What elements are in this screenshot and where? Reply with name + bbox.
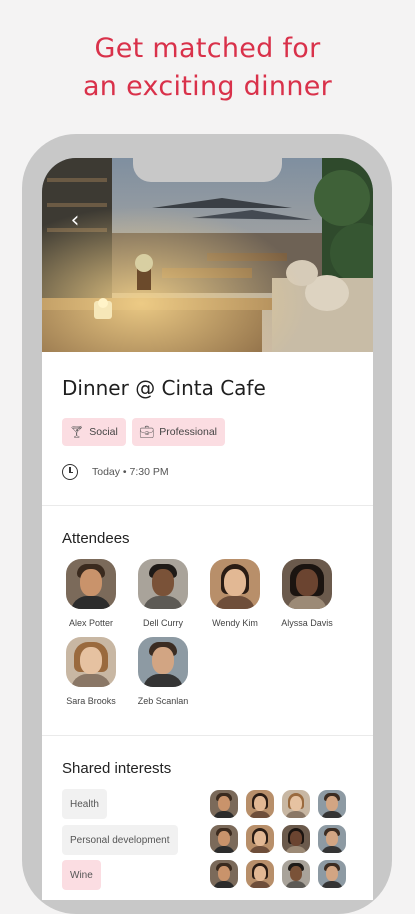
attendee-alyssa-davis[interactable]: Alyssa Davis: [271, 559, 343, 628]
mini-avatar: [282, 790, 310, 818]
interest-tag-personal-development[interactable]: Personal development: [62, 825, 178, 855]
mini-avatar: [246, 860, 274, 888]
attendee-sara-brooks[interactable]: Sara Brooks: [55, 637, 127, 706]
attendee-name: Dell Curry: [142, 618, 183, 628]
chip-professional-label: Professional: [159, 426, 218, 438]
chip-social-label: Social: [89, 426, 118, 438]
cocktail-icon: 🍸︎: [69, 425, 85, 439]
headline: Get matched for an exciting dinner: [0, 30, 415, 106]
mini-avatar: [246, 825, 274, 853]
avatar: [138, 637, 188, 687]
headline-line-2: an exciting dinner: [82, 71, 333, 102]
mini-avatar: [282, 860, 310, 888]
interest-tag-label: Wine: [70, 869, 93, 881]
attendee-name: Wendy Kim: [212, 618, 258, 628]
chip-professional[interactable]: 💼︎ Professional: [132, 418, 226, 446]
mini-avatar: [210, 790, 238, 818]
interest-tag-label: Personal development: [70, 834, 170, 846]
attendee-name: Alex Potter: [68, 618, 114, 628]
event-title: Dinner @ Cinta Cafe: [62, 376, 266, 400]
mini-avatar: [282, 825, 310, 853]
mini-avatar: [210, 825, 238, 853]
avatar: [66, 637, 116, 687]
mini-avatar: [318, 825, 346, 853]
avatar: [138, 559, 188, 609]
avatar: [210, 559, 260, 609]
attendee-dell-curry[interactable]: Dell Curry: [127, 559, 199, 628]
mini-avatar: [210, 860, 238, 888]
back-button[interactable]: ‹: [62, 208, 88, 234]
mini-avatar: [318, 790, 346, 818]
chip-social[interactable]: 🍸︎ Social: [62, 418, 126, 446]
divider: [42, 735, 373, 736]
divider: [42, 505, 373, 506]
briefcase-icon: 💼︎: [139, 425, 155, 439]
event-time: Today • 7:30 PM: [92, 466, 169, 478]
attendee-name: Sara Brooks: [66, 696, 116, 706]
interest-tag-wine[interactable]: Wine: [62, 860, 101, 890]
mini-avatar: [318, 860, 346, 888]
restaurant-photo: ‹: [42, 158, 373, 352]
interest-tag-health[interactable]: Health: [62, 789, 107, 819]
attendee-zeb-scanlan[interactable]: Zeb Scanlan: [127, 637, 199, 706]
attendee-name: Alyssa Davis: [281, 618, 333, 628]
attendees-title: Attendees: [62, 530, 130, 547]
interest-tag-label: Health: [70, 798, 99, 810]
attendee-alex-potter[interactable]: Alex Potter: [55, 559, 127, 628]
avatar: [282, 559, 332, 609]
attendee-wendy-kim[interactable]: Wendy Kim: [199, 559, 271, 628]
shared-interests-title: Shared interests: [62, 760, 172, 777]
event-time-row: Today • 7:30 PM: [62, 461, 169, 483]
mini-avatar: [246, 790, 274, 818]
phone-notch: [133, 158, 282, 182]
clock-icon: [62, 464, 78, 480]
avatar: [66, 559, 116, 609]
headline-line-1: Get matched for: [94, 33, 321, 64]
phone-screen: ‹ Dinner @ Cinta Cafe 🍸︎ Social 💼︎ Profe…: [42, 158, 373, 900]
chevron-left-icon: ‹: [70, 208, 80, 233]
attendee-name: Zeb Scanlan: [137, 696, 189, 706]
